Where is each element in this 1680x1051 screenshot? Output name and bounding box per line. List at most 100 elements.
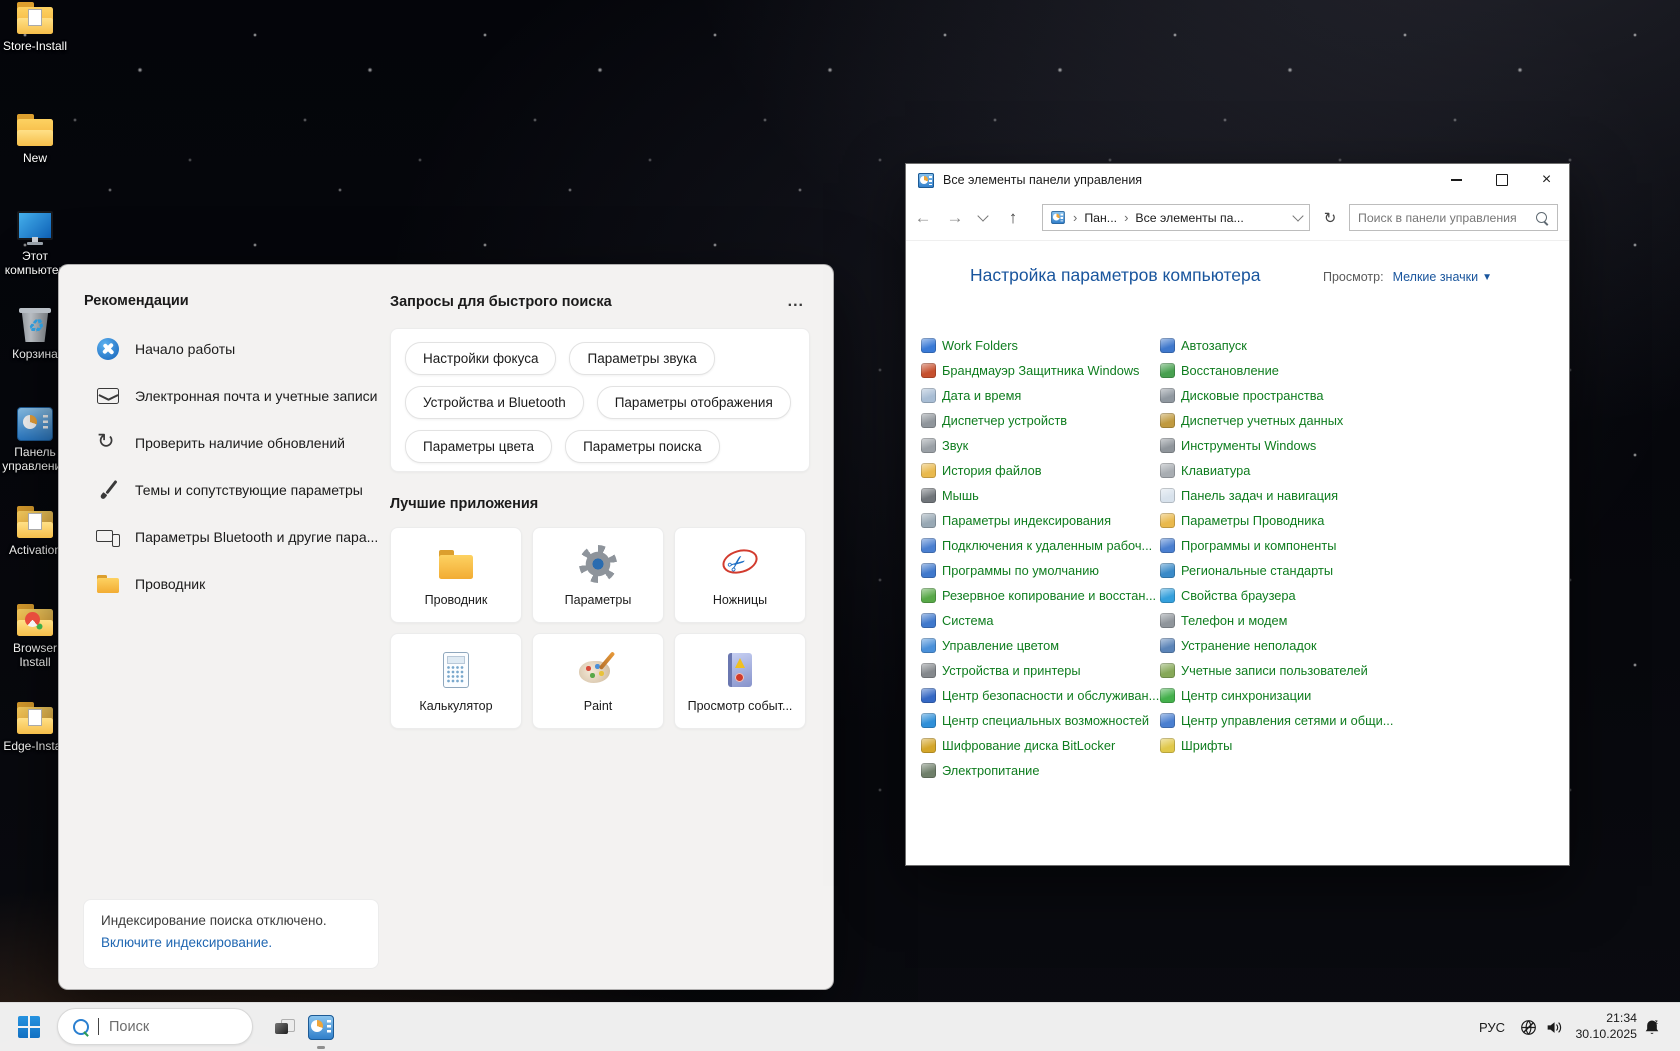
control-panel-item[interactable]: Телефон и модем	[1160, 608, 1399, 633]
control-panel-item-label: История файлов	[942, 463, 1042, 478]
control-panel-item[interactable]: Центр управления сетями и общи...	[1160, 708, 1399, 733]
app-label: Параметры	[565, 593, 632, 607]
task-view-icon	[275, 1019, 293, 1035]
control-panel-item[interactable]: Инструменты Windows	[1160, 433, 1399, 458]
task-view-button[interactable]	[268, 1013, 300, 1041]
control-panel-item[interactable]: Шрифты	[1160, 733, 1399, 758]
clock[interactable]: 21:34 30.10.2025	[1575, 1003, 1637, 1051]
control-panel-item[interactable]: Диспетчер устройств	[921, 408, 1160, 433]
app-tile[interactable]: Проводник	[390, 527, 522, 623]
quick-search-chip[interactable]: Устройства и Bluetooth	[405, 386, 584, 419]
close-button[interactable]: ×	[1524, 164, 1569, 196]
forward-button[interactable]: →	[940, 196, 970, 240]
control-panel-item-label: Центр управления сетями и общи...	[1181, 713, 1393, 728]
app-tile[interactable]: Paint	[532, 633, 664, 729]
control-panel-item-label: Устройства и принтеры	[942, 663, 1081, 678]
control-panel-item[interactable]: Дата и время	[921, 383, 1160, 408]
control-panel-item[interactable]: Параметры Проводника	[1160, 508, 1399, 533]
search-icon[interactable]	[1536, 212, 1547, 223]
control-panel-item[interactable]: Программы по умолчанию	[921, 558, 1160, 583]
quick-search-chip[interactable]: Настройки фокуса	[405, 342, 556, 375]
control-panel-item[interactable]: Мышь	[921, 483, 1160, 508]
app-tile[interactable]: Калькулятор	[390, 633, 522, 729]
window-titlebar[interactable]: Все элементы панели управления ×	[906, 164, 1569, 196]
control-panel-item-label: Резервное копирование и восстан...	[942, 588, 1156, 603]
control-panel-item[interactable]: Управление цветом	[921, 633, 1160, 658]
breadcrumb[interactable]: › Пан... › Все элементы па...	[1042, 204, 1310, 231]
quick-search-chip[interactable]: Параметры цвета	[405, 430, 552, 463]
control-panel-item[interactable]: Шифрование диска BitLocker	[921, 733, 1160, 758]
back-button[interactable]: ←	[908, 196, 938, 240]
recommendation-item[interactable]: Проводник	[84, 560, 384, 607]
desktop-icon[interactable]: New	[2, 112, 68, 166]
quick-search-chip[interactable]: Параметры звука	[569, 342, 714, 375]
maximize-button[interactable]	[1479, 164, 1524, 196]
control-panel-item[interactable]: Диспетчер учетных данных	[1160, 408, 1399, 433]
enable-indexing-link[interactable]: Включите индексирование.	[101, 935, 361, 950]
breadcrumb-current[interactable]: Все элементы па...	[1135, 211, 1243, 225]
control-panel-item[interactable]: Панель задач и навигация	[1160, 483, 1399, 508]
control-panel-item[interactable]: Work Folders	[921, 333, 1160, 358]
app-tile[interactable]: Просмотр событ...	[674, 633, 806, 729]
taskbar-search-box[interactable]: Поиск	[57, 1008, 253, 1045]
recommendation-item[interactable]: Проверить наличие обновлений	[84, 419, 384, 466]
recommendation-item[interactable]: Параметры Bluetooth и другие пара...	[84, 513, 384, 560]
control-panel-item[interactable]: Автозапуск	[1160, 333, 1399, 358]
control-panel-item[interactable]: Электропитание	[921, 758, 1160, 783]
network-globe-icon[interactable]	[1520, 1019, 1537, 1041]
control-panel-item[interactable]: Система	[921, 608, 1160, 633]
control-panel-item[interactable]: Подключения к удаленным рабоч...	[921, 533, 1160, 558]
breadcrumb-icon	[1051, 211, 1065, 224]
desktop-icon-label: Корзина	[12, 348, 58, 362]
control-panel-item[interactable]: Устройства и принтеры	[921, 658, 1160, 683]
control-panel-item[interactable]: Восстановление	[1160, 358, 1399, 383]
control-panel-icon	[918, 173, 934, 188]
control-panel-item-label: Центр специальных возможностей	[942, 713, 1149, 728]
control-panel-item[interactable]: Брандмауэр Защитника Windows	[921, 358, 1160, 383]
control-panel-item[interactable]: Параметры индексирования	[921, 508, 1160, 533]
control-panel-item[interactable]: Программы и компоненты	[1160, 533, 1399, 558]
app-tile[interactable]: Параметры	[532, 527, 664, 623]
quick-search-chip[interactable]: Параметры отображения	[597, 386, 791, 419]
control-panel-item[interactable]: Учетные записи пользователей	[1160, 658, 1399, 683]
control-panel-item[interactable]: Дисковые пространства	[1160, 383, 1399, 408]
search-flyout-panel: Рекомендации Начало работы Электронная п…	[58, 264, 834, 990]
control-panel-item[interactable]: Звук	[921, 433, 1160, 458]
notification-bell-icon[interactable]: z	[1643, 1018, 1661, 1041]
control-panel-item[interactable]: Свойства браузера	[1160, 583, 1399, 608]
address-dropdown-icon[interactable]	[1292, 210, 1303, 221]
control-panel-item[interactable]: Клавиатура	[1160, 458, 1399, 483]
minimize-button[interactable]	[1434, 164, 1479, 196]
taskbar-control-panel-button[interactable]	[306, 1012, 336, 1042]
more-options-button[interactable]: ...	[782, 293, 810, 311]
breadcrumb-root[interactable]: Пан...	[1084, 211, 1117, 225]
control-panel-item[interactable]: Центр безопасности и обслуживан...	[921, 683, 1160, 708]
control-panel-item[interactable]: Центр специальных возможностей	[921, 708, 1160, 733]
control-panel-item[interactable]: Региональные стандарты	[1160, 558, 1399, 583]
volume-icon[interactable]	[1545, 1019, 1562, 1041]
control-panel-item[interactable]: Резервное копирование и восстан...	[921, 583, 1160, 608]
up-button[interactable]: ↑	[998, 196, 1028, 240]
refresh-button[interactable]: ↻	[1315, 204, 1345, 231]
recommendations-section: Рекомендации Начало работы Электронная п…	[84, 293, 384, 607]
recommendation-label: Проводник	[135, 576, 205, 592]
maximize-icon	[1496, 174, 1508, 186]
recommendation-item[interactable]: Электронная почта и учетные записи	[84, 372, 384, 419]
recommendation-item[interactable]: Начало работы	[84, 325, 384, 372]
control-panel-item[interactable]: Устранение неполадок	[1160, 633, 1399, 658]
control-panel-search-box[interactable]: Поиск в панели управления	[1349, 204, 1558, 231]
recommendation-item[interactable]: Темы и сопутствующие параметры	[84, 466, 384, 513]
control-panel-item[interactable]: История файлов	[921, 458, 1160, 483]
control-panel-item-icon	[1160, 513, 1175, 528]
view-value-dropdown[interactable]: Мелкие значки ▼	[1393, 270, 1492, 284]
start-button[interactable]	[18, 1016, 40, 1038]
quick-search-chip[interactable]: Параметры поиска	[565, 430, 720, 463]
control-panel-item-label: Телефон и модем	[1181, 613, 1287, 628]
control-panel-item-icon	[921, 563, 936, 578]
desktop-icon[interactable]: Этот компьютер	[2, 210, 68, 278]
desktop-icon[interactable]: Store-Install	[2, 0, 68, 54]
recent-pages-dropdown[interactable]	[972, 196, 994, 240]
control-panel-item[interactable]: Центр синхронизации	[1160, 683, 1399, 708]
language-indicator[interactable]: РУС	[1479, 1003, 1505, 1051]
app-tile[interactable]: Ножницы	[674, 527, 806, 623]
